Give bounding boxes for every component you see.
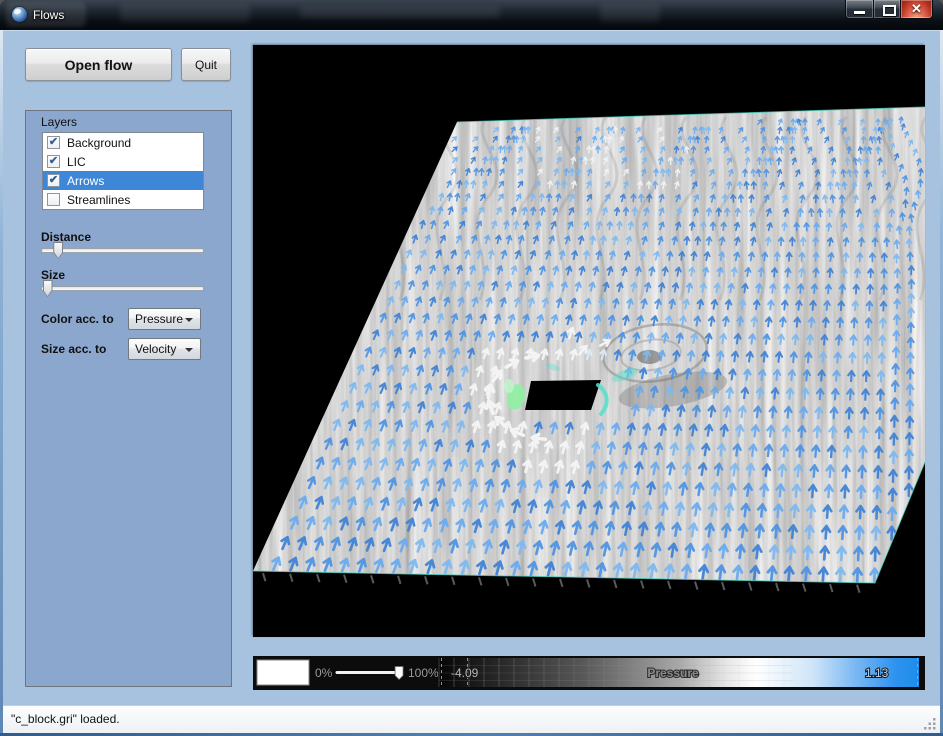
chevron-down-icon <box>185 348 193 352</box>
resize-grip[interactable] <box>924 717 937 730</box>
color-acc-label: Color acc. to <box>41 312 114 326</box>
flow-viewport[interactable] <box>253 45 925 637</box>
size-acc-value: Velocity <box>135 342 176 356</box>
layer-item-streamlines[interactable]: Streamlines <box>43 190 203 209</box>
minimize-icon <box>854 11 865 14</box>
distance-slider-handle[interactable] <box>53 242 63 259</box>
opacity-slider-handle[interactable] <box>395 667 403 680</box>
maximize-icon <box>883 5 896 16</box>
size-acc-label: Size acc. to <box>41 342 106 356</box>
opacity-max-label: 100% <box>408 666 439 680</box>
color-acc-dropdown[interactable]: Pressure <box>128 308 201 330</box>
colorbar-max-value: 1.13 <box>865 666 889 680</box>
background-color-swatch[interactable] <box>257 660 309 685</box>
status-bar: "c_block.gri" loaded. <box>3 705 940 733</box>
layer-label: Arrows <box>67 174 104 188</box>
checkbox-streamlines[interactable] <box>47 193 60 206</box>
legend-bar: 0% 100% -4.09 Pressure 1.13 <box>253 656 925 690</box>
opacity-min-label: 0% <box>315 666 333 680</box>
legend-bar-svg: 0% 100% -4.09 Pressure 1.13 <box>253 656 925 690</box>
distance-slider-track[interactable] <box>41 248 204 253</box>
app-icon <box>12 7 27 22</box>
flow-visualization <box>253 45 925 637</box>
quit-button[interactable]: Quit <box>181 48 231 81</box>
window-title: Flows <box>33 8 64 22</box>
maximize-button[interactable] <box>873 0 901 19</box>
distance-label: Distance <box>41 230 91 244</box>
checkbox-background[interactable]: ✔ <box>47 136 60 149</box>
layer-item-lic[interactable]: ✔ LIC <box>43 152 203 171</box>
close-button[interactable]: ✕ <box>900 0 933 19</box>
title-bar[interactable]: Flows ✕ <box>0 0 943 30</box>
window-border-left <box>0 30 3 736</box>
checkbox-lic[interactable]: ✔ <box>47 155 60 168</box>
open-flow-label: Open flow <box>65 57 133 73</box>
close-icon: ✕ <box>901 1 932 17</box>
status-message: "c_block.gri" loaded. <box>11 712 120 726</box>
size-slider-track[interactable] <box>41 286 204 291</box>
options-panel: Layers ✔ Background ✔ LIC ✔ Arrows Strea… <box>25 110 232 687</box>
application-window: Flows ✕ Open flow Quit Layers ✔ Backgrou… <box>0 0 943 736</box>
layers-list: ✔ Background ✔ LIC ✔ Arrows Streamlines <box>42 132 204 210</box>
size-slider-handle[interactable] <box>43 280 53 297</box>
layer-item-background[interactable]: ✔ Background <box>43 133 203 152</box>
quit-label: Quit <box>195 58 217 72</box>
titlebar-glass-blob <box>600 4 660 22</box>
minimize-button[interactable] <box>845 0 874 19</box>
size-label: Size <box>41 268 65 282</box>
chevron-down-icon <box>185 318 193 322</box>
layers-title: Layers <box>41 115 77 129</box>
layer-item-arrows[interactable]: ✔ Arrows <box>43 171 203 190</box>
color-acc-value: Pressure <box>135 312 183 326</box>
size-acc-dropdown[interactable]: Velocity <box>128 338 201 360</box>
colorbar-min-value: -4.09 <box>451 666 479 680</box>
open-flow-button[interactable]: Open flow <box>25 48 172 81</box>
checkbox-arrows[interactable]: ✔ <box>47 174 60 187</box>
titlebar-glass-blob <box>300 6 500 18</box>
titlebar-glass-blob <box>120 4 250 22</box>
layer-label: LIC <box>67 155 86 169</box>
colorbar-title: Pressure <box>647 666 699 680</box>
layer-label: Streamlines <box>67 193 130 207</box>
layer-label: Background <box>67 136 131 150</box>
